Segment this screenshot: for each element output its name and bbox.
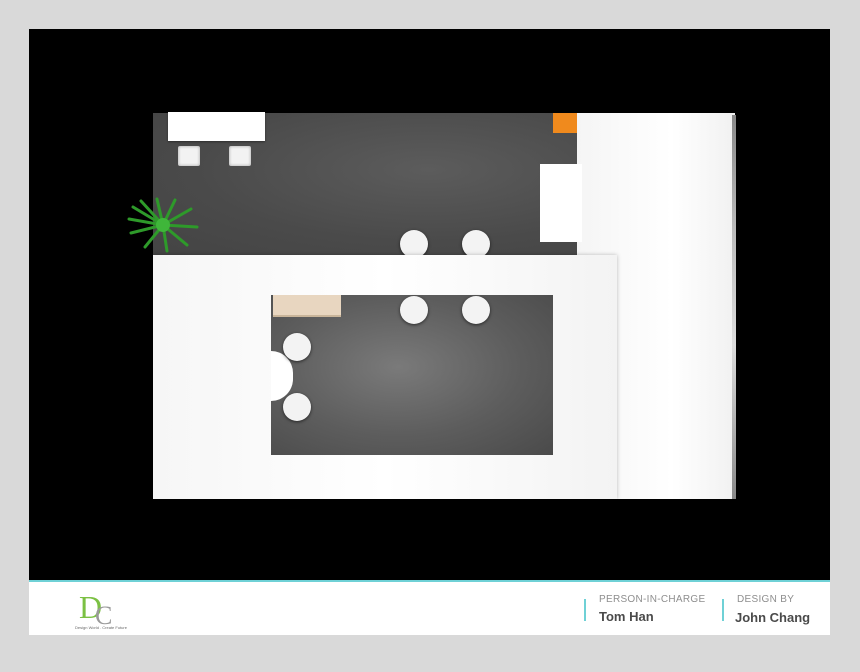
- chair-icon: [400, 296, 428, 324]
- designer-name: John Chang: [735, 610, 811, 625]
- stool-icon: [178, 146, 200, 166]
- design-by-label: DESIGN BY: [737, 594, 795, 605]
- stool-icon: [229, 146, 251, 166]
- title-block: D C Design World . Create Future PERSON-…: [29, 582, 830, 635]
- chair-icon: [283, 333, 311, 361]
- side-panel: [540, 164, 582, 242]
- chair-icon: [462, 296, 490, 324]
- right-wall-edge: [732, 115, 736, 499]
- drawing-sheet: D C Design World . Create Future PERSON-…: [29, 29, 830, 635]
- plant-icon: [127, 197, 199, 253]
- chair-icon: [283, 393, 311, 421]
- person-in-charge-label: PERSON-IN-CHARGE: [599, 594, 706, 605]
- dc-logo-icon: D C: [79, 589, 112, 630]
- svg-text:C: C: [95, 601, 112, 628]
- wooden-desk: [273, 295, 341, 317]
- company-logo: D C Design World . Create Future: [65, 588, 145, 633]
- person-in-charge-name: Tom Han: [599, 609, 654, 624]
- divider-bar: [722, 599, 724, 621]
- reception-counter: [168, 112, 265, 141]
- divider-bar: [584, 599, 586, 621]
- chair-icon: [462, 230, 490, 258]
- orange-accent-block: [553, 113, 577, 133]
- logo-tagline: Design World . Create Future: [75, 625, 127, 630]
- booth-top-view-render: [29, 29, 830, 580]
- chair-icon: [400, 230, 428, 258]
